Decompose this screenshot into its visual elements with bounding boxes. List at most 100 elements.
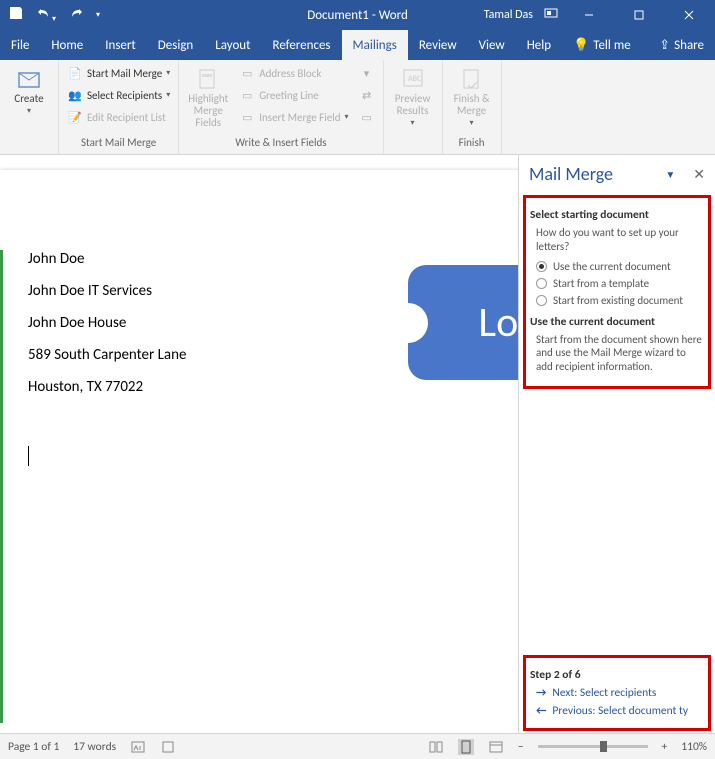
tab-insert[interactable]: Insert — [94, 30, 147, 60]
zoom-slider[interactable] — [538, 745, 648, 748]
minimize-button[interactable] — [569, 0, 609, 30]
zoom-in-button[interactable]: + — [662, 740, 668, 754]
zoom-level[interactable]: 110% — [681, 740, 707, 754]
word-count[interactable]: 17 words — [73, 740, 116, 754]
tab-view[interactable]: View — [468, 30, 516, 60]
edit-list-icon: 📝 — [67, 109, 83, 125]
svg-text:ABC: ABC — [408, 74, 422, 84]
group-write-insert: Highlight Merge Fields ▭Address Block ▭G… — [179, 60, 383, 154]
finish-icon — [460, 67, 484, 91]
tell-me[interactable]: 💡Tell me — [562, 30, 642, 60]
start-mail-merge-button[interactable]: 📄Start Mail Merge▾ — [63, 63, 174, 83]
radio-use-current[interactable]: Use the current document — [536, 260, 704, 273]
prev-step-link[interactable]: ←Previous: Select document ty — [536, 704, 704, 718]
field-icon: ▭ — [239, 109, 255, 125]
section-body: Start from the document shown here and u… — [536, 333, 704, 374]
radio-icon — [536, 261, 547, 272]
section-heading: Use the current document — [530, 315, 704, 329]
highlight-box-top: Select starting document How do you want… — [523, 195, 711, 389]
group-start-mail-merge: 📄Start Mail Merge▾ 👥Select Recipients▾ 📝… — [59, 60, 179, 154]
pane-dropdown-icon[interactable]: ▼ — [665, 168, 675, 181]
section-question: How do you want to set up your letters? — [536, 226, 704, 254]
ribbon: Create ▾ 📄Start Mail Merge▾ 👥Select Reci… — [0, 60, 715, 155]
undo-icon[interactable]: ▾ — [36, 5, 56, 25]
group-label — [388, 147, 438, 151]
zoom-out-button[interactable]: − — [518, 740, 524, 754]
section-heading: Select starting document — [530, 208, 704, 222]
preview-icon: ABC — [401, 67, 425, 91]
match-icon: ⇄ — [359, 87, 375, 103]
insert-merge-field-button[interactable]: ▭Insert Merge Field▾ — [235, 107, 352, 127]
logo-placeholder: Log — [408, 265, 518, 380]
highlight-merge-fields-button[interactable]: Highlight Merge Fields — [183, 63, 233, 133]
redo-icon[interactable] — [68, 5, 84, 25]
tab-help[interactable]: Help — [516, 30, 562, 60]
title-bar: ▾ ▾ Document1 - Word Tamal Das — [0, 0, 715, 30]
menu-bar: File Home Insert Design Layout Reference… — [0, 30, 715, 60]
document-icon: 📄 — [67, 65, 83, 81]
bulb-icon: 💡 — [573, 38, 589, 53]
rules-icon: ▾ — [359, 65, 375, 81]
qat-more-icon[interactable]: ▾ — [96, 10, 100, 20]
maximize-button[interactable] — [619, 0, 659, 30]
quick-access-toolbar: ▾ ▾ — [0, 5, 108, 25]
address-line: Houston, TX 77022 — [28, 378, 518, 396]
web-layout-icon[interactable] — [488, 739, 504, 755]
tab-home[interactable]: Home — [40, 30, 94, 60]
group-label: Finish — [447, 134, 497, 151]
greeting-icon: ▭ — [239, 87, 255, 103]
proofing-icon[interactable] — [130, 739, 146, 755]
tab-layout[interactable]: Layout — [204, 30, 261, 60]
text-cursor — [28, 446, 518, 466]
radio-from-template[interactable]: Start from a template — [536, 277, 704, 290]
pane-title: Mail Merge — [529, 163, 665, 185]
tab-references[interactable]: References — [262, 30, 342, 60]
tab-mailings[interactable]: Mailings — [342, 30, 408, 60]
address-block-button[interactable]: ▭Address Block — [235, 63, 352, 83]
user-name[interactable]: Tamal Das — [484, 8, 533, 22]
edit-recipient-list-button[interactable]: 📝Edit Recipient List — [63, 107, 174, 127]
labels-icon: ▭ — [359, 109, 375, 125]
read-mode-icon[interactable] — [428, 739, 444, 755]
finish-merge-button[interactable]: Finish & Merge▾ — [447, 63, 497, 132]
group-create: Create ▾ — [0, 60, 59, 154]
next-step-link[interactable]: →Next: Select recipients — [536, 686, 704, 700]
radio-icon — [536, 295, 547, 306]
rules-button[interactable]: ▾ — [355, 63, 379, 83]
tab-review[interactable]: Review — [408, 30, 468, 60]
zoom-thumb[interactable] — [600, 741, 607, 752]
share-button[interactable]: ⇪Share — [648, 30, 715, 60]
workspace: John Doe John Doe IT Services John Doe H… — [0, 155, 715, 733]
highlight-icon — [196, 67, 220, 91]
group-preview: ABC Preview Results▾ — [384, 60, 443, 154]
close-button[interactable] — [669, 0, 709, 30]
macro-icon[interactable] — [160, 739, 176, 755]
radio-from-existing[interactable]: Start from existing document — [536, 294, 704, 307]
group-label: Start Mail Merge — [63, 134, 174, 151]
address-icon: ▭ — [239, 65, 255, 81]
group-label: Write & Insert Fields — [183, 134, 378, 151]
tab-file[interactable]: File — [0, 30, 40, 60]
ribbon-display-icon[interactable] — [543, 5, 559, 25]
radio-icon — [536, 278, 547, 289]
greeting-line-button[interactable]: ▭Greeting Line — [235, 85, 352, 105]
select-recipients-button[interactable]: 👥Select Recipients▾ — [63, 85, 174, 105]
people-icon: 👥 — [67, 87, 83, 103]
update-labels-button[interactable]: ▭ — [355, 107, 379, 127]
mail-merge-pane: Mail Merge ▼ ✕ Select starting document … — [518, 155, 715, 733]
arrow-left-icon: ← — [536, 704, 546, 718]
page-accent — [0, 250, 3, 723]
document-title: Document1 - Word — [307, 8, 408, 23]
tab-design[interactable]: Design — [147, 30, 204, 60]
preview-results-button[interactable]: ABC Preview Results▾ — [388, 63, 438, 132]
page-indicator[interactable]: Page 1 of 1 — [8, 740, 59, 754]
pane-close-button[interactable]: ✕ — [693, 166, 705, 183]
match-fields-button[interactable]: ⇄ — [355, 85, 379, 105]
arrow-right-icon: → — [536, 686, 546, 700]
page[interactable]: John Doe John Doe IT Services John Doe H… — [0, 170, 518, 733]
save-icon[interactable] — [8, 5, 24, 25]
document-area[interactable]: John Doe John Doe IT Services John Doe H… — [0, 155, 518, 733]
create-button[interactable]: Create ▾ — [4, 63, 54, 120]
step-label: Step 2 of 6 — [530, 668, 704, 682]
print-layout-icon[interactable] — [458, 739, 474, 755]
